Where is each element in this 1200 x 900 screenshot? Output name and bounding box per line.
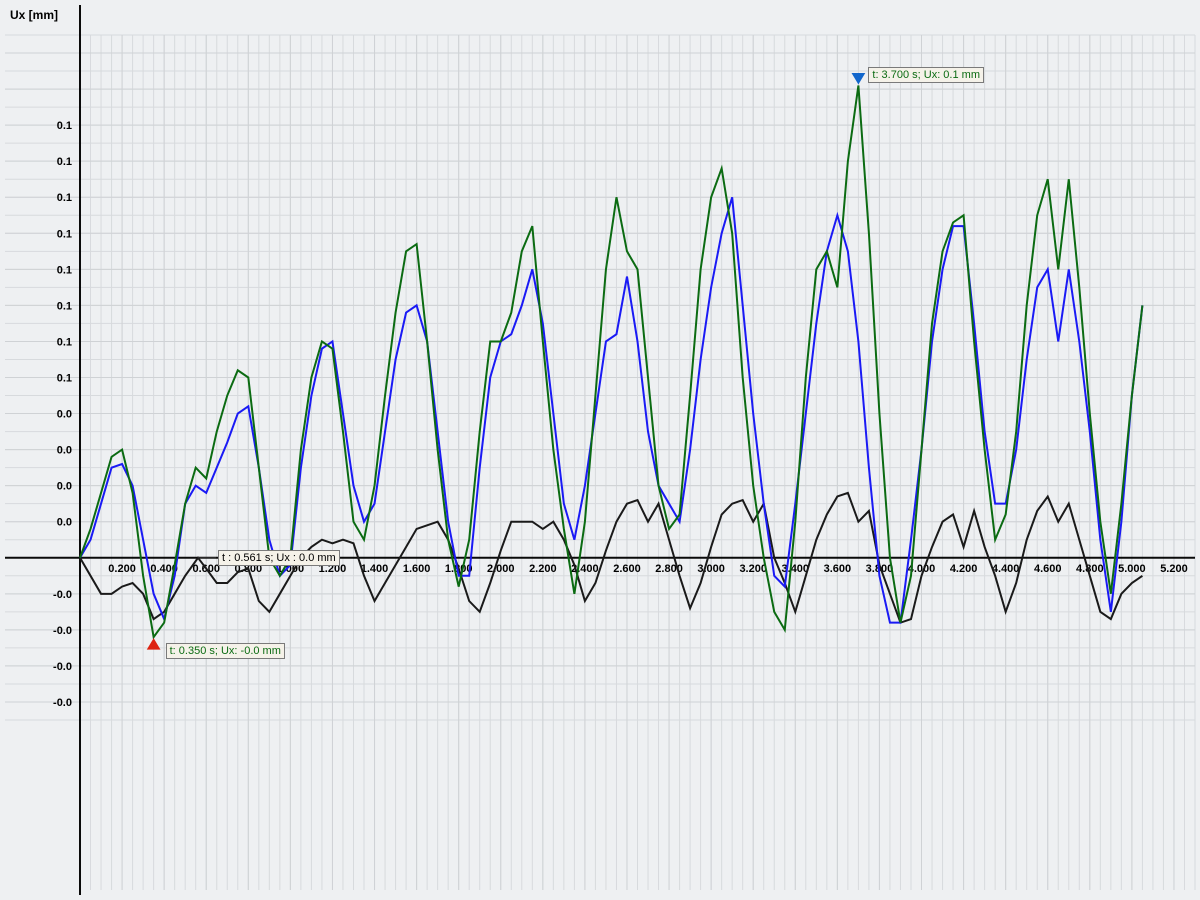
- svg-text:4.600: 4.600: [1034, 563, 1062, 575]
- marker-max-icon: [852, 73, 864, 83]
- svg-text:3.000: 3.000: [697, 563, 725, 575]
- svg-text:3.200: 3.200: [739, 563, 767, 575]
- svg-text:1.400: 1.400: [361, 563, 389, 575]
- svg-text:0.1: 0.1: [57, 120, 72, 132]
- annotation-label: t: 0.350 s; Ux: -0.0 mm: [166, 643, 285, 659]
- svg-text:2.600: 2.600: [613, 563, 641, 575]
- svg-text:1.600: 1.600: [403, 563, 431, 575]
- marker-min-icon: [148, 639, 160, 649]
- svg-text:4.400: 4.400: [992, 563, 1020, 575]
- svg-text:0.200: 0.200: [108, 563, 136, 575]
- svg-text:-0.0: -0.0: [53, 661, 72, 673]
- chart-container: Ux [mm] 0.2000.4000.6000.8001.0001.2001.…: [0, 0, 1200, 900]
- y-axis-label: Ux [mm]: [10, 8, 58, 22]
- svg-text:-0.0: -0.0: [53, 697, 72, 709]
- svg-text:-0.0: -0.0: [53, 589, 72, 601]
- svg-text:2.000: 2.000: [487, 563, 515, 575]
- svg-text:0.1: 0.1: [57, 373, 72, 385]
- svg-text:3.600: 3.600: [824, 563, 852, 575]
- svg-text:0.1: 0.1: [57, 300, 72, 312]
- svg-text:5.000: 5.000: [1118, 563, 1146, 575]
- svg-text:0.1: 0.1: [57, 264, 72, 276]
- svg-text:5.200: 5.200: [1160, 563, 1188, 575]
- svg-text:2.200: 2.200: [529, 563, 557, 575]
- svg-text:0.1: 0.1: [57, 192, 72, 204]
- svg-text:0.0: 0.0: [57, 445, 72, 457]
- annotation-label: t : 0.561 s; Ux : 0.0 mm: [218, 550, 340, 566]
- svg-text:0.1: 0.1: [57, 156, 72, 168]
- svg-text:0.0: 0.0: [57, 517, 72, 529]
- svg-text:0.1: 0.1: [57, 336, 72, 348]
- svg-text:0.0: 0.0: [57, 481, 72, 493]
- svg-text:0.0: 0.0: [57, 409, 72, 421]
- svg-text:-0.0: -0.0: [53, 625, 72, 637]
- annotation-label: t: 3.700 s; Ux: 0.1 mm: [868, 67, 984, 83]
- line-chart[interactable]: 0.2000.4000.6000.8001.0001.2001.4001.600…: [0, 0, 1200, 900]
- svg-text:0.1: 0.1: [57, 228, 72, 240]
- svg-text:4.200: 4.200: [950, 563, 978, 575]
